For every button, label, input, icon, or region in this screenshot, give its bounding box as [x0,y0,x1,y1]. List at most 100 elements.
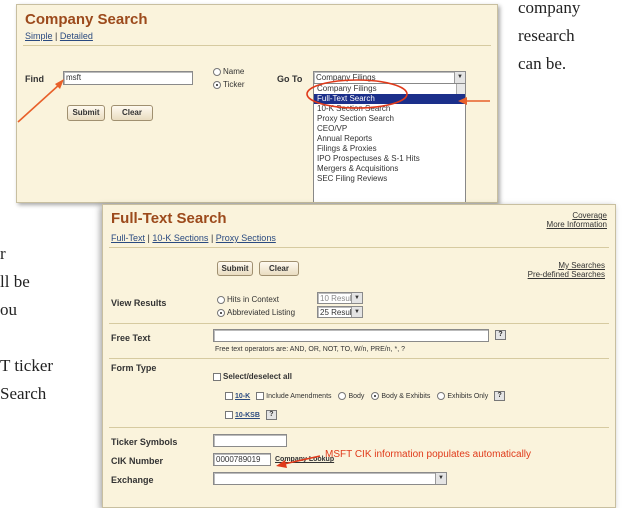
tab-separator: | [210,233,214,243]
select-deselect-all[interactable]: Select/deselect all [213,372,292,381]
fulltext-tabs: Full-Text | 10-K Sections | Proxy Sectio… [111,233,276,243]
clear-button[interactable]: Clear [111,105,153,121]
goto-option[interactable]: 10-K Section Search [314,104,465,114]
divider [109,358,609,359]
results-select-2[interactable]: 25 Results ▼ [317,306,363,318]
radio-ticker-label: Ticker [223,80,245,89]
radio-exhibits-only[interactable] [437,392,446,400]
help-icon[interactable]: ? [494,391,506,401]
exchange-select[interactable]: ▼ [213,472,447,485]
radio-abbreviated[interactable] [217,308,225,317]
company-search-tabs: Simple | Detailed [25,31,93,41]
select-all-checkbox[interactable] [213,372,221,381]
fulltext-search-panel: Full-Text Search Full-Text | 10-K Sectio… [102,204,616,508]
view-option-label: Hits in Context [227,295,280,304]
dropdown-scrollbar[interactable] [456,84,465,94]
results-select-1[interactable]: 10 Results ▼ [317,292,363,304]
view-abbrev-option[interactable]: Abbreviated Listing [217,308,295,317]
radio-ticker[interactable] [213,80,221,89]
view-option-label: Abbreviated Listing [227,308,296,317]
goto-option[interactable]: Company Filings [314,84,465,94]
goto-option[interactable]: CEO/VP [314,124,465,134]
article-line [0,324,53,352]
submit-button[interactable]: Submit [217,261,253,276]
chevron-down-icon[interactable]: ▼ [454,72,465,83]
radio-name[interactable] [213,67,221,76]
free-text-label: Free Text [111,333,151,343]
free-text-hint: Free text operators are: AND, OR, NOT, T… [215,346,405,353]
goto-option[interactable]: IPO Prospectuses & S-1 Hits [314,154,465,164]
form-10k-row: 10-K Include Amendments Body Body & Exhi… [225,391,506,401]
find-input[interactable]: msft [63,71,193,85]
article-line: ll be [0,272,30,291]
tab-simple[interactable]: Simple [25,31,53,41]
article-line: can be. [518,54,567,73]
exchange-label: Exchange [111,475,154,485]
select-all-label: Select/deselect all [223,372,292,381]
article-text-right: company research can be. [518,0,580,78]
company-search-title: Company Search [25,11,148,28]
form-10ksb-checkbox[interactable] [225,411,233,419]
goto-label: Go To [277,74,303,84]
cik-number-label: CIK Number [111,456,164,466]
tab-proxy-sections[interactable]: Proxy Sections [216,233,276,243]
body-label: Body [348,392,365,400]
goto-dropdown-list[interactable]: Company Filings Full-Text Search 10-K Se… [313,83,466,202]
tab-10k-sections[interactable]: 10-K Sections [152,233,208,243]
tab-detailed[interactable]: Detailed [60,31,93,41]
view-results-label: View Results [111,298,167,308]
radio-body-exhibits[interactable] [371,392,380,400]
chevron-down-icon[interactable]: ▼ [351,293,362,303]
form-type-label: Form Type [111,363,157,373]
body-exhibits-label: Body & Exhibits [381,392,431,400]
goto-option[interactable]: Filings & Proxies [314,144,465,154]
my-searches-link[interactable]: My Searches [558,261,605,270]
divider [109,247,609,248]
radio-body[interactable] [338,392,347,400]
help-icon[interactable]: ? [265,410,277,420]
article-line: research [518,26,575,45]
amendments-checkbox[interactable] [256,392,265,400]
exhibits-only-label: Exhibits Only [447,392,489,400]
goto-selected-value: Company Filings [316,73,376,82]
ticker-symbols-input[interactable] [213,434,287,447]
help-icon[interactable]: ? [495,330,506,340]
form-10ksb-link[interactable]: 10-KSB [235,412,260,419]
goto-option[interactable]: Annual Reports [314,134,465,144]
tab-separator: | [147,233,150,243]
article-line: Search [0,384,47,403]
chevron-down-icon[interactable]: ▼ [435,473,446,484]
article-line: company [518,0,581,17]
article-line: T ticker [0,356,54,375]
predefined-searches-link[interactable]: Pre-defined Searches [528,270,605,279]
goto-option-selected[interactable]: Full-Text Search [314,94,465,104]
fulltext-search-title: Full-Text Search [111,210,227,227]
radio-name-option[interactable]: Name [213,67,244,76]
amendments-label: Include Amendments [266,392,332,400]
form-10k-link[interactable]: 10-K [235,393,250,400]
article-line: ou [0,300,17,319]
form-10k-checkbox[interactable] [225,392,233,400]
tab-separator: | [55,31,58,41]
radio-name-label: Name [223,67,245,76]
divider [23,45,491,46]
view-hits-option[interactable]: Hits in Context [217,295,279,304]
ticker-symbols-label: Ticker Symbols [111,437,178,447]
chevron-down-icon[interactable]: ▼ [351,307,362,317]
goto-option[interactable]: SEC Filing Reviews [314,174,465,184]
article-line: r [0,244,6,263]
tab-fulltext[interactable]: Full-Text [111,233,145,243]
more-info-link[interactable]: More Information [547,220,607,229]
radio-ticker-option[interactable]: Ticker [213,80,244,89]
coverage-link[interactable]: Coverage [572,211,607,220]
cik-number-input[interactable]: 0000789019 [213,453,271,466]
radio-hits-in-context[interactable] [217,295,225,304]
goto-option[interactable]: Mergers & Acquisitions [314,164,465,174]
submit-button[interactable]: Submit [67,105,105,121]
clear-button[interactable]: Clear [259,261,299,276]
company-search-panel: Company Search Simple | Detailed Find ms… [16,4,498,203]
goto-option[interactable]: Proxy Section Search [314,114,465,124]
form-10ksb-row: 10-KSB ? [225,410,277,420]
divider [109,427,609,428]
free-text-input[interactable] [213,329,489,342]
